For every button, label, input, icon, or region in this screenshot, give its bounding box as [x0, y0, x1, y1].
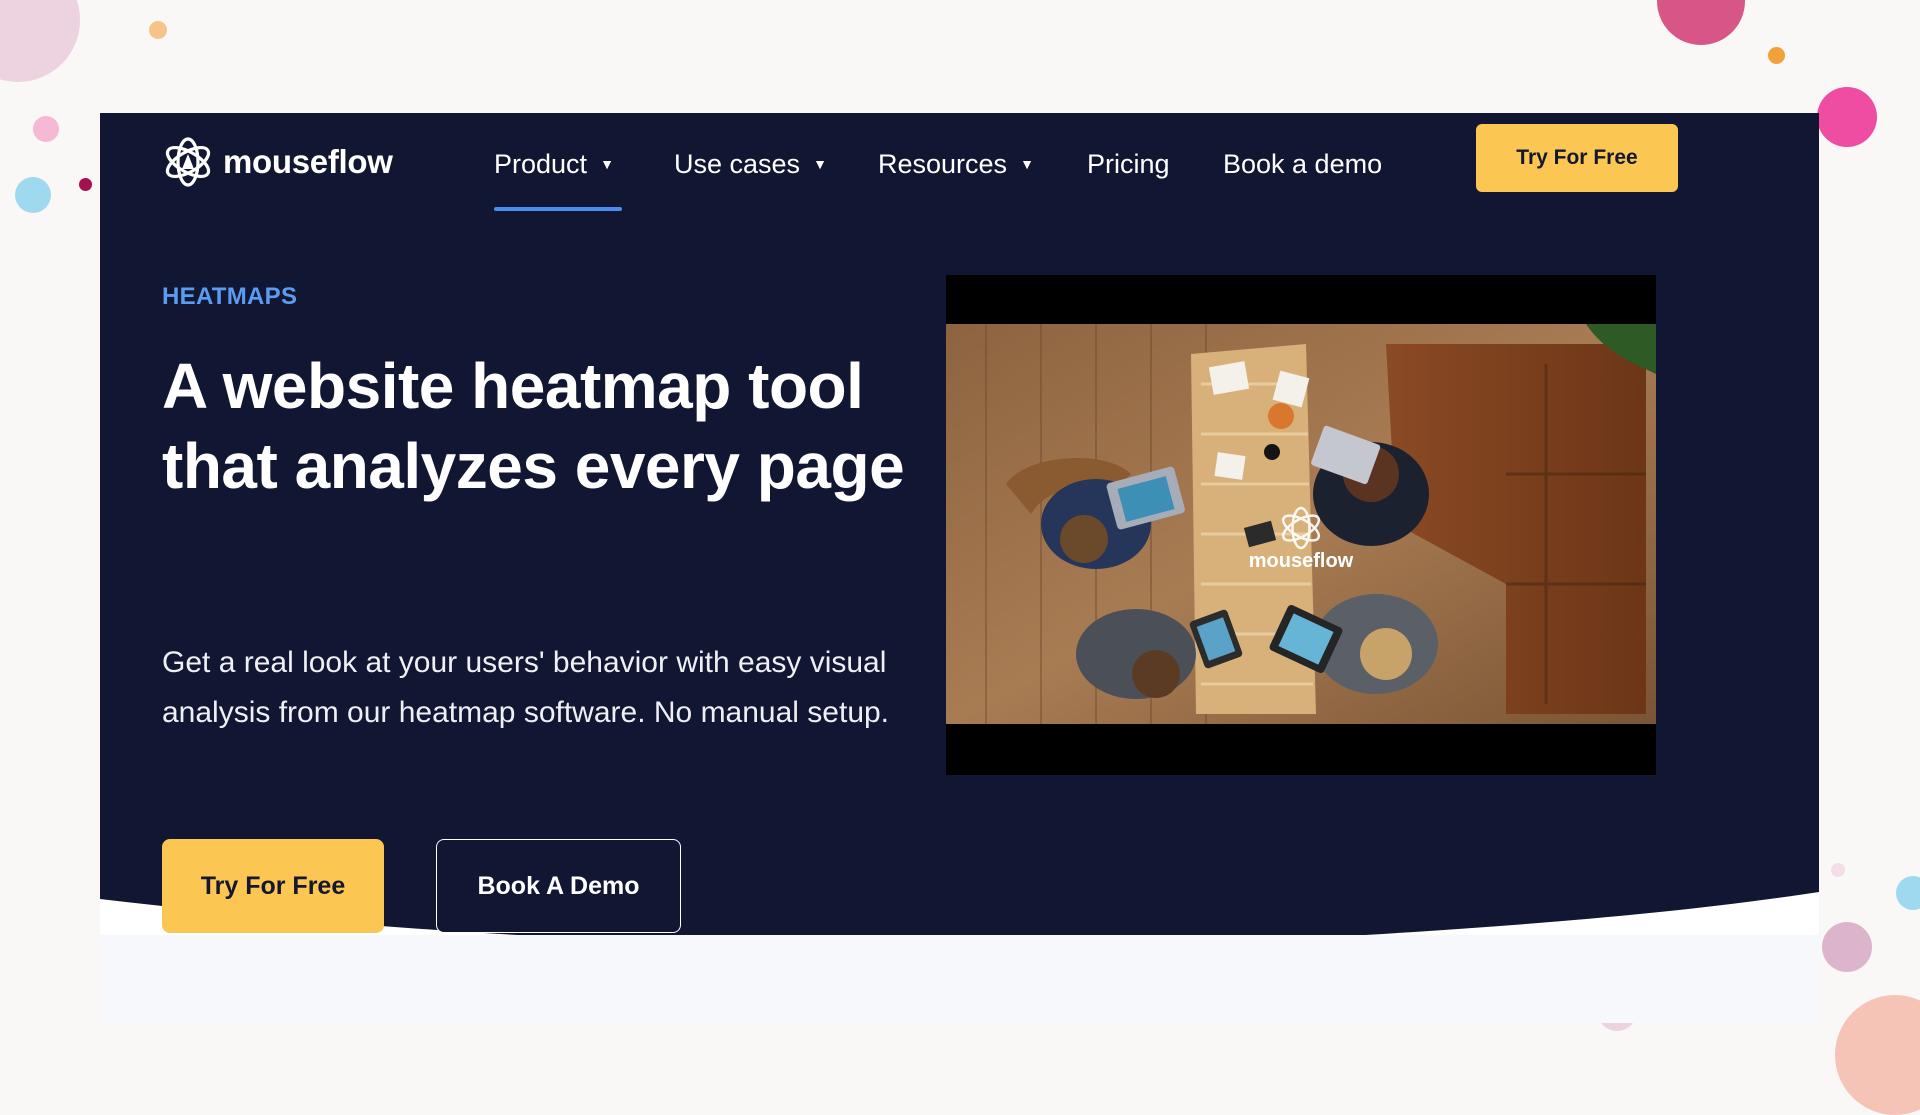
nav-try-for-free-button[interactable]: Try For Free — [1476, 124, 1678, 192]
caret-down-icon: ▼ — [600, 156, 614, 172]
page-frame: mouseflow Product ▼ Use cases ▼ Resource… — [100, 113, 1819, 1023]
hero-headline: A website heatmap tool that analyzes eve… — [162, 350, 905, 502]
decor-dot — [1831, 863, 1845, 877]
caret-down-icon: ▼ — [813, 156, 827, 172]
hero-eyebrow: HEATMAPS — [162, 283, 298, 310]
nav-item-book-a-demo[interactable]: Book a demo — [1223, 147, 1382, 181]
nav-item-label: Resources — [878, 148, 1008, 179]
caret-down-icon: ▼ — [1020, 156, 1034, 172]
decor-dot — [1817, 87, 1877, 147]
nav-item-pricing[interactable]: Pricing — [1087, 147, 1170, 181]
brand-name: mouseflow — [223, 143, 393, 180]
decor-dot — [1822, 922, 1872, 972]
atom-logo-icon — [165, 137, 211, 187]
nav-item-label: Pricing — [1087, 148, 1170, 179]
video-watermark: mouseflow — [1248, 550, 1354, 572]
decor-dot — [149, 21, 167, 39]
decor-dot — [1896, 876, 1920, 910]
nav-item-resources[interactable]: Resources ▼ — [878, 147, 1034, 181]
nav-item-label: Use cases — [674, 148, 801, 179]
hero-video[interactable]: mouseflow — [946, 275, 1656, 775]
decor-dot — [0, 0, 80, 82]
nav-item-label: Product — [494, 148, 588, 179]
try-for-free-button[interactable]: Try For Free — [162, 839, 384, 933]
brand-logo-link[interactable]: mouseflow — [162, 135, 393, 189]
nav-item-label: Book a demo — [1223, 148, 1383, 179]
decor-dot — [15, 177, 51, 213]
decor-dot — [33, 116, 59, 142]
book-a-demo-button[interactable]: Book A Demo — [436, 839, 681, 933]
decor-dot — [1768, 47, 1785, 64]
nav-active-indicator — [494, 207, 622, 211]
video-frame-meeting-scene — [946, 324, 1656, 724]
nav-item-use-cases[interactable]: Use cases ▼ — [674, 147, 827, 181]
nav-item-product[interactable]: Product ▼ — [494, 147, 614, 181]
decor-dot — [1657, 0, 1745, 45]
top-navigation: mouseflow Product ▼ Use cases ▼ Resource… — [100, 113, 1819, 211]
decor-dot — [1835, 995, 1920, 1115]
hero-description: Get a real look at your users' behavior … — [162, 646, 890, 729]
decor-dot — [79, 178, 92, 191]
